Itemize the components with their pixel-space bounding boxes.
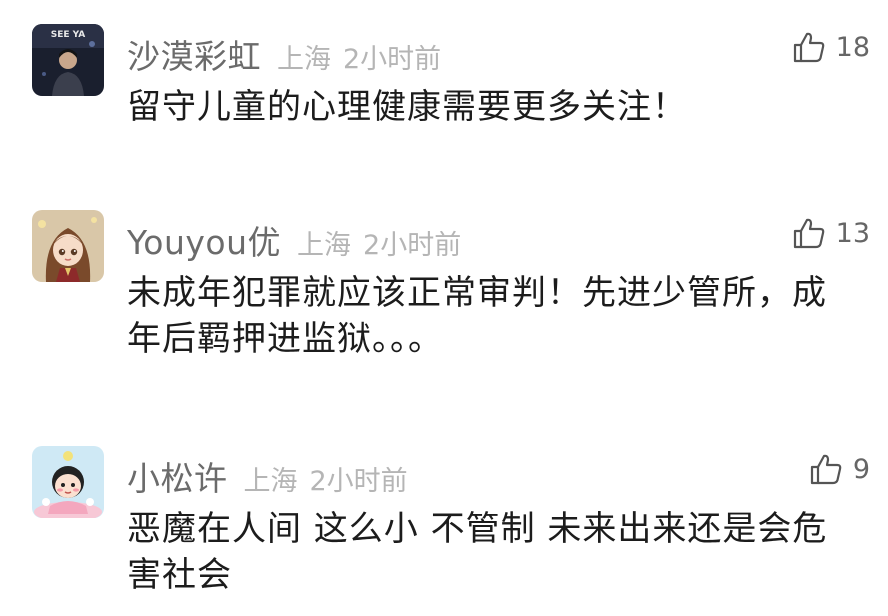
- like-count: 9: [852, 453, 870, 485]
- avatar[interactable]: [32, 210, 104, 282]
- timestamp: 2小时前: [309, 466, 408, 497]
- like-button[interactable]: 18: [792, 30, 870, 64]
- location: 上海: [277, 44, 331, 75]
- thumbs-up-icon: [810, 454, 842, 485]
- location: 上海: [297, 230, 352, 261]
- like-count: 18: [835, 31, 870, 63]
- username[interactable]: 小松许: [127, 452, 228, 500]
- anime-girl-avatar: [32, 210, 104, 282]
- comment-meta: Youyou优 上海 2小时前: [127, 216, 461, 264]
- like-button[interactable]: 13: [792, 216, 870, 250]
- thumbs-up-icon: [793, 32, 824, 63]
- thumbs-up-icon: [793, 218, 824, 249]
- comment-meta: 沙漠彩虹 上海 2小时前: [127, 30, 441, 78]
- like-button[interactable]: 9: [809, 452, 870, 486]
- comment-text: 恶魔在人间 这么小 不管制 未来出来还是会危害社会: [127, 509, 828, 595]
- like-count: 13: [835, 217, 870, 249]
- cartoon-baby-avatar: [32, 446, 104, 518]
- timestamp: 2小时前: [343, 44, 442, 75]
- comment-meta: 小松许 上海 2小时前: [127, 452, 408, 500]
- location: 上海: [243, 466, 298, 497]
- comment-text: 未成年犯罪就应该正常审判！先进少管所，成年后羁押进监狱。。。: [127, 273, 827, 359]
- timestamp: 2小时前: [363, 230, 462, 261]
- avatar[interactable]: [32, 446, 104, 518]
- avatar[interactable]: SEE YA: [32, 24, 104, 96]
- username[interactable]: Youyou优: [127, 216, 281, 264]
- avatar-caption: SEE YA: [51, 30, 86, 40]
- person-photo-avatar: SEE YA: [32, 24, 104, 96]
- username[interactable]: 沙漠彩虹: [127, 30, 261, 78]
- comment-text: 留守儿童的心理健康需要更多关注！: [127, 87, 687, 127]
